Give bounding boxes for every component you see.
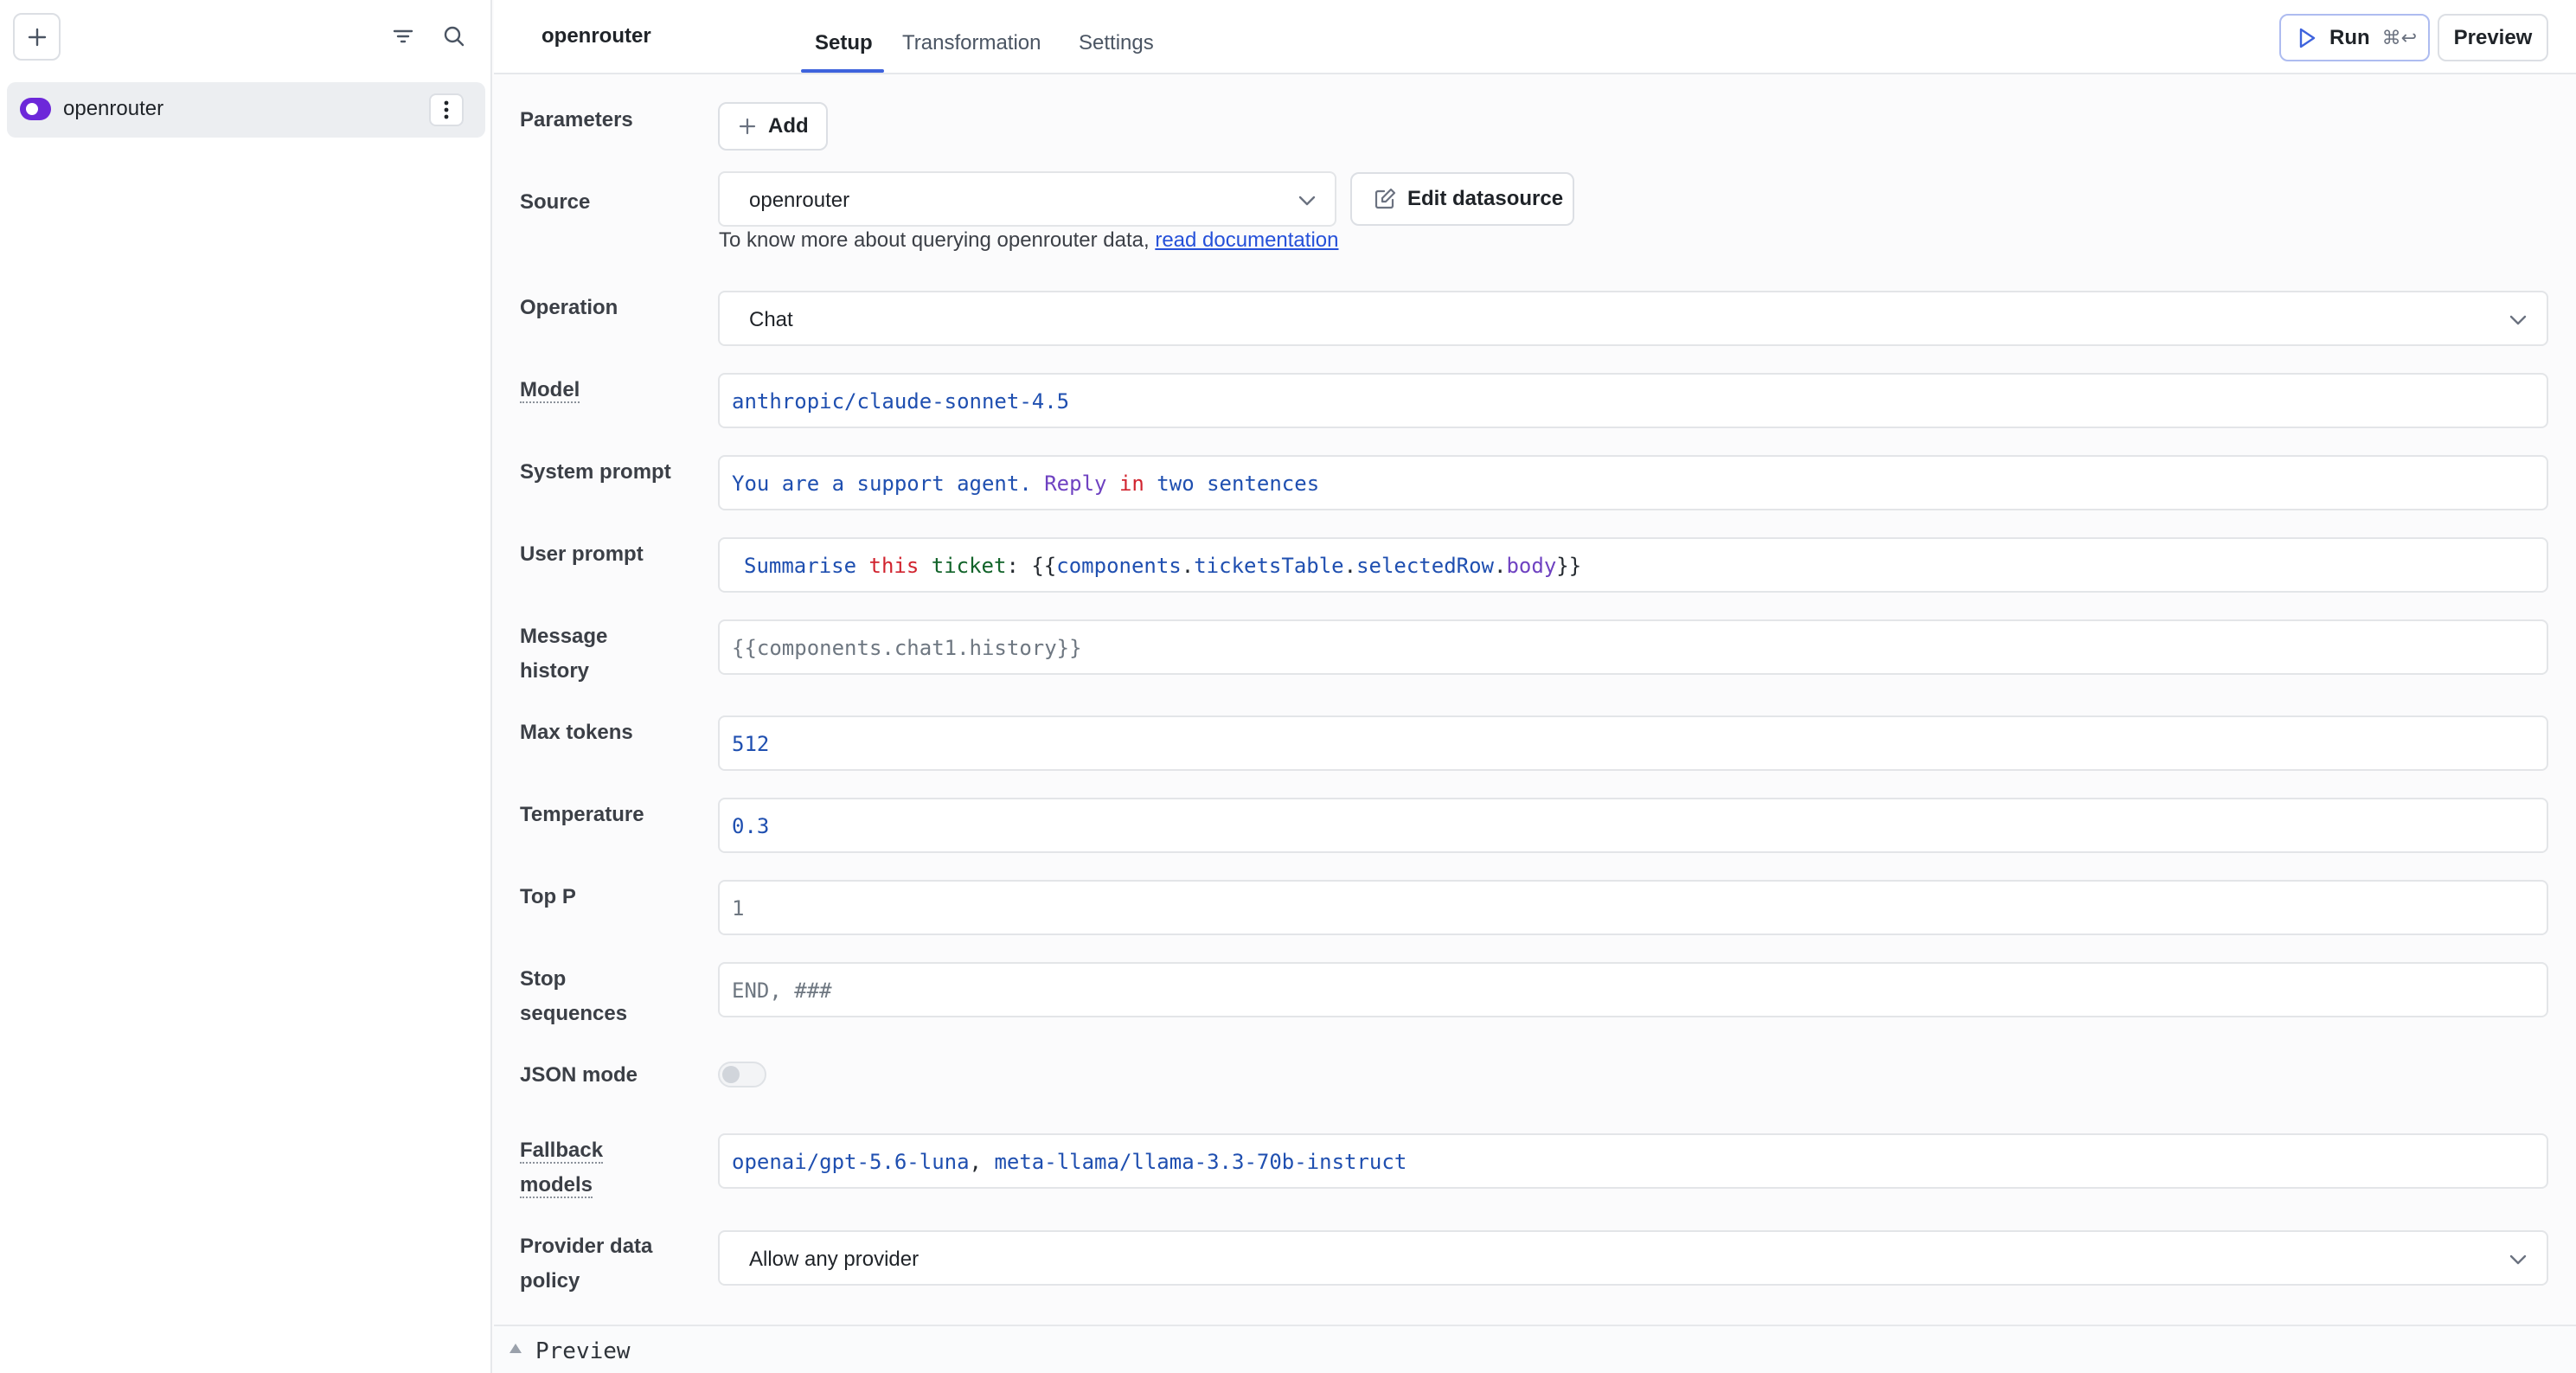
preview-panel-toggle[interactable]: Preview <box>494 1325 2576 1373</box>
tab-settings[interactable]: Settings <box>1079 31 1154 55</box>
top-p-placeholder: 1 <box>732 896 745 921</box>
stop-sequences-label: Stop sequences <box>520 967 628 1025</box>
model-input[interactable]: anthropic/claude-sonnet-4.5 <box>718 373 2548 428</box>
edit-icon <box>1375 188 1396 209</box>
stop-sequences-input[interactable]: END, ### <box>718 962 2548 1017</box>
plus-icon <box>739 118 756 135</box>
model-value: anthropic/claude-sonnet-4.5 <box>732 389 1070 414</box>
max-tokens-value: 512 <box>732 732 770 756</box>
add-parameter-button[interactable]: Add <box>718 102 828 151</box>
edit-datasource-label: Edit datasource <box>1407 187 1564 210</box>
add-query-button[interactable] <box>13 13 61 61</box>
operation-value: Chat <box>749 308 793 331</box>
max-tokens-input[interactable]: 512 <box>718 715 2548 771</box>
item-menu-button[interactable] <box>429 93 464 126</box>
stop-sequences-placeholder: END, ### <box>732 978 832 1003</box>
chevron-down-icon <box>2509 1254 2527 1265</box>
system-prompt-value: You are a support agent. Reply in two se… <box>732 472 1320 496</box>
max-tokens-label: Max tokens <box>520 721 633 744</box>
tab-setup[interactable]: Setup <box>815 31 873 55</box>
fallback-models-label: Fallback models <box>520 1139 604 1198</box>
user-prompt-label: User prompt <box>520 542 644 566</box>
query-name[interactable]: openrouter <box>541 24 651 48</box>
run-label: Run <box>2329 25 2370 49</box>
chevron-down-icon <box>2509 315 2527 325</box>
source-select[interactable]: openrouter <box>718 171 1336 227</box>
parameters-label: Parameters <box>520 108 633 132</box>
temperature-value: 0.3 <box>732 814 770 838</box>
top-p-input[interactable]: 1 <box>718 880 2548 935</box>
filter-button[interactable] <box>386 19 420 54</box>
search-icon <box>444 26 465 47</box>
source-help-text: To know more about querying openrouter d… <box>719 228 1338 253</box>
preview-button[interactable]: Preview <box>2438 14 2548 61</box>
active-tab-indicator <box>801 69 884 73</box>
top-p-label: Top P <box>520 885 576 908</box>
sidebar: openrouter <box>0 0 492 1373</box>
edit-datasource-button[interactable]: Edit datasource <box>1350 172 1574 226</box>
provider-policy-label: Provider data policy <box>520 1235 653 1293</box>
kebab-icon <box>444 100 449 119</box>
fallback-models-input[interactable]: openai/gpt-5.6-luna, meta-llama/llama-3.… <box>718 1133 2548 1189</box>
operation-label: Operation <box>520 296 618 319</box>
tab-transformation[interactable]: Transformation <box>902 31 1041 55</box>
chevron-down-icon <box>1298 196 1316 206</box>
source-value: openrouter <box>749 189 850 212</box>
system-prompt-editor[interactable]: You are a support agent. Reply in two se… <box>718 455 2548 510</box>
user-prompt-value: Summarise this ticket: {{components.tick… <box>744 554 1582 578</box>
run-button[interactable]: Run ⌘↩ <box>2279 14 2430 61</box>
provider-policy-select[interactable]: Allow any provider <box>718 1230 2548 1286</box>
message-history-label: Message history <box>520 625 608 683</box>
provider-policy-value: Allow any provider <box>749 1248 920 1271</box>
json-mode-toggle[interactable] <box>718 1062 766 1087</box>
temperature-label: Temperature <box>520 803 644 826</box>
system-prompt-label: System prompt <box>520 460 671 484</box>
operation-select[interactable]: Chat <box>718 291 2548 346</box>
message-history-input[interactable]: {{components.chat1.history}} <box>718 619 2548 675</box>
temperature-input[interactable]: 0.3 <box>718 798 2548 853</box>
help-text: To know more about querying openrouter d… <box>719 228 1156 252</box>
search-button[interactable] <box>437 19 471 54</box>
plus-icon <box>28 28 46 46</box>
filter-icon <box>393 29 413 43</box>
openrouter-logo-icon <box>20 98 51 120</box>
json-mode-label: JSON mode <box>520 1063 638 1087</box>
read-documentation-link[interactable]: read documentation <box>1155 228 1338 252</box>
run-shortcut: ⌘↩ <box>2381 26 2418 48</box>
sidebar-item-openrouter[interactable]: openrouter <box>7 82 485 138</box>
fallback-models-value: openai/gpt-5.6-luna, meta-llama/llama-3.… <box>732 1150 1407 1174</box>
query-header: openrouter Setup Transformation Settings… <box>494 0 2576 74</box>
source-label: Source <box>520 190 591 214</box>
message-history-placeholder: {{components.chat1.history}} <box>732 636 1082 660</box>
add-label: Add <box>768 114 809 138</box>
model-label: Model <box>520 378 580 403</box>
sidebar-item-label: openrouter <box>63 97 164 120</box>
user-prompt-editor[interactable]: Summarise this ticket: {{components.tick… <box>718 537 2548 593</box>
play-icon <box>2299 28 2316 48</box>
expand-triangle-icon <box>509 1344 522 1353</box>
preview-panel-label: Preview <box>535 1338 631 1364</box>
